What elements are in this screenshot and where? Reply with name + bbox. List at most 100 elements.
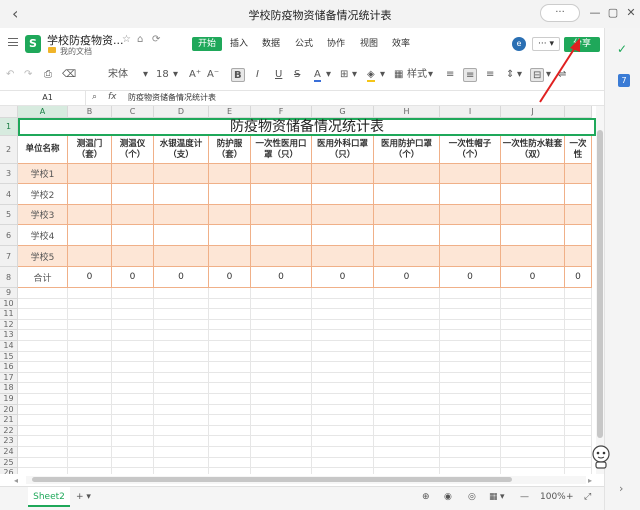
row-header-3[interactable]: 3 (0, 164, 18, 184)
data-cell[interactable] (154, 246, 209, 267)
grid-cell[interactable] (374, 447, 440, 458)
grid-cell[interactable] (209, 447, 251, 458)
select-all-corner[interactable] (0, 106, 18, 118)
data-cell[interactable]: 0 (154, 267, 209, 288)
sheet-tab-sheet2[interactable]: Sheet2 (28, 487, 70, 507)
grid-cell[interactable] (209, 436, 251, 447)
protect-icon[interactable]: ⊕ (422, 492, 430, 502)
data-cell[interactable] (440, 164, 501, 184)
grid-cell[interactable] (501, 330, 565, 341)
grid-cell[interactable] (440, 319, 501, 331)
grid-cell[interactable] (440, 447, 501, 458)
grid-cell[interactable] (112, 319, 154, 331)
grid-cell[interactable] (251, 457, 312, 469)
grid-cell[interactable] (374, 457, 440, 469)
bold-button[interactable]: B (231, 68, 245, 82)
column-header-b[interactable]: B (68, 106, 112, 118)
grid-cell[interactable] (251, 309, 312, 320)
data-cell[interactable] (312, 164, 374, 184)
grid-cell[interactable] (565, 394, 592, 405)
column-header-f[interactable]: F (251, 106, 312, 118)
grid-cell[interactable] (209, 394, 251, 405)
grid-cell[interactable] (374, 394, 440, 405)
tab-insert[interactable]: 插入 (230, 37, 248, 51)
grid-cell[interactable] (374, 351, 440, 363)
grid-cell[interactable] (565, 341, 592, 352)
data-cell[interactable]: 0 (565, 267, 592, 288)
decrease-font-icon[interactable]: A⁻ (207, 68, 219, 82)
collapse-sidebar-icon[interactable]: › (619, 482, 623, 495)
row-header-4[interactable]: 4 (0, 184, 18, 205)
column-header-i[interactable]: I (440, 106, 501, 118)
font-name-select[interactable]: 宋体 (108, 68, 128, 82)
row-header-8[interactable]: 8 (0, 267, 18, 288)
data-cell[interactable] (154, 184, 209, 205)
grid-cell[interactable] (565, 298, 592, 310)
data-cell[interactable]: 0 (501, 267, 565, 288)
grid-cell[interactable] (68, 457, 112, 469)
header-cell[interactable]: 一次性帽子（个） (440, 136, 501, 164)
document-location[interactable]: 我的文档 (60, 46, 92, 57)
merge-cells-icon[interactable]: ⊟ (530, 68, 545, 82)
cell-style-label[interactable]: 样式 (407, 68, 427, 82)
grid-cell[interactable] (565, 436, 592, 447)
grid-cell[interactable] (440, 362, 501, 373)
tab-view[interactable]: 视图 (360, 37, 378, 51)
grid-cell[interactable] (68, 330, 112, 341)
grid-cell[interactable] (374, 372, 440, 384)
minimize-button[interactable]: — (588, 6, 602, 20)
increase-font-icon[interactable]: A⁺ (189, 68, 201, 82)
grid-cell[interactable] (374, 309, 440, 320)
zoom-out-button[interactable]: — (520, 492, 529, 502)
grid-cell[interactable] (154, 319, 209, 331)
grid-cell[interactable] (68, 341, 112, 352)
grid-cell[interactable] (440, 436, 501, 447)
data-cell[interactable] (440, 246, 501, 267)
tab-formula[interactable]: 公式 (295, 37, 313, 51)
share-button[interactable]: 分享 (564, 37, 600, 52)
grid-cell[interactable] (501, 415, 565, 426)
header-cell[interactable]: 测温门（套） (68, 136, 112, 164)
row-header-5[interactable]: 5 (0, 205, 18, 225)
grid-cell[interactable] (68, 383, 112, 394)
font-size-dropdown-icon[interactable]: ▾ (173, 68, 178, 82)
data-cell[interactable] (209, 164, 251, 184)
grid-cell[interactable] (440, 288, 501, 299)
row-header-9[interactable]: 9 (0, 288, 18, 299)
grid-cell[interactable] (18, 309, 68, 320)
grid-cell[interactable] (154, 383, 209, 394)
data-cell[interactable] (251, 246, 312, 267)
grid-cell[interactable] (312, 447, 374, 458)
tab-efficiency[interactable]: 效率 (392, 37, 410, 51)
grid-cell[interactable] (209, 383, 251, 394)
grid-cell[interactable] (112, 341, 154, 352)
grid-cell[interactable] (18, 341, 68, 352)
column-header-j[interactable]: J (501, 106, 565, 118)
grid-cell[interactable] (251, 330, 312, 341)
grid-cell[interactable] (374, 298, 440, 310)
grid-cell[interactable] (312, 457, 374, 469)
grid-cell[interactable] (501, 298, 565, 310)
grid-cell[interactable] (251, 288, 312, 299)
grid-cell[interactable] (501, 447, 565, 458)
data-cell[interactable] (374, 225, 440, 246)
vertical-align-icon[interactable]: ⇕ (506, 68, 514, 82)
grid-cell[interactable] (18, 351, 68, 363)
grid-cell[interactable] (18, 330, 68, 341)
strikethrough-button[interactable]: S (294, 68, 300, 82)
grid-cell[interactable] (440, 468, 501, 474)
grid-cell[interactable] (251, 319, 312, 331)
data-cell[interactable]: 0 (68, 267, 112, 288)
grid-cell[interactable] (154, 330, 209, 341)
grid-cell[interactable] (374, 436, 440, 447)
grid-cell[interactable] (501, 351, 565, 363)
fullscreen-icon[interactable]: ⤢ (584, 492, 591, 502)
grid-cell[interactable] (112, 394, 154, 405)
grid-cell[interactable] (154, 309, 209, 320)
data-cell[interactable] (312, 184, 374, 205)
grid-cell[interactable] (18, 468, 68, 474)
data-cell[interactable]: 0 (312, 267, 374, 288)
grid-cell[interactable] (501, 383, 565, 394)
row-header-26[interactable]: 26 (0, 468, 18, 474)
grid-cell[interactable] (440, 351, 501, 363)
